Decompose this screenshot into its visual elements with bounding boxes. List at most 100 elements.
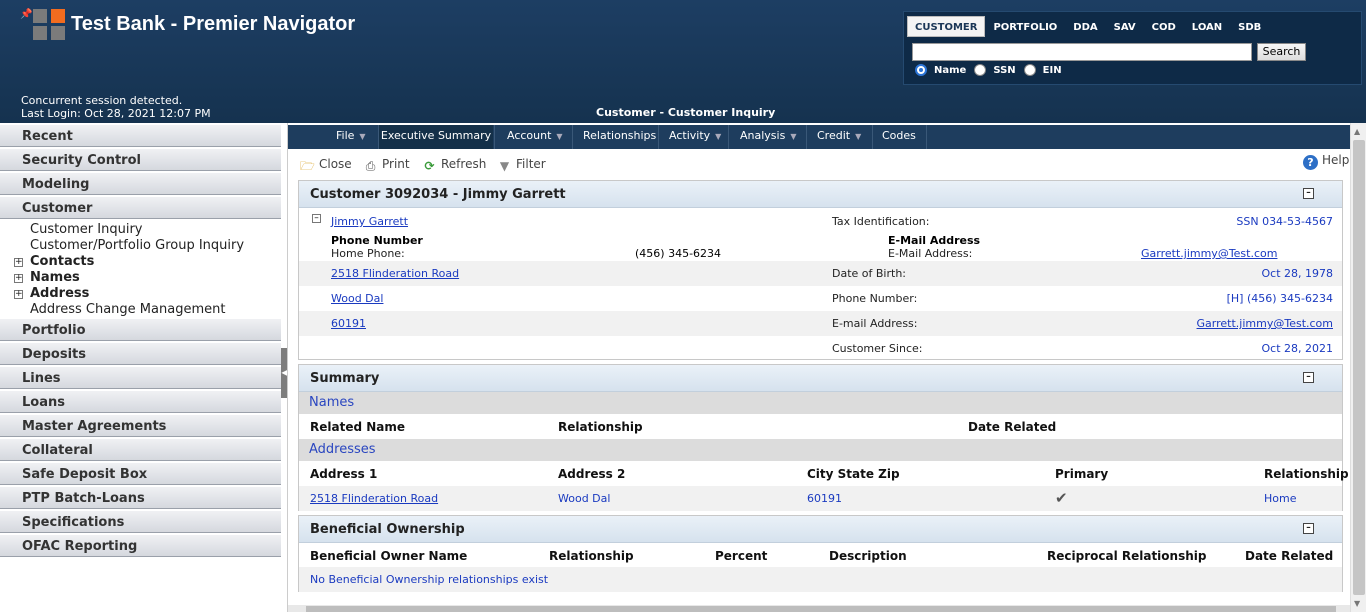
refresh-button[interactable]: ⟳ Refresh: [422, 157, 486, 173]
checkmark-icon: ✔: [1055, 489, 1068, 507]
search-tab-loan[interactable]: LOAN: [1184, 16, 1230, 37]
radio-name-label: Name: [934, 64, 967, 76]
sidebar-section-modeling[interactable]: Modeling: [0, 173, 281, 195]
sidebar: Recent Security Control Modeling Custome…: [0, 125, 281, 612]
sidebar-section-safe-deposit-box[interactable]: Safe Deposit Box: [0, 463, 281, 485]
summary-panel: Summary – Names Related Name Relationshi…: [298, 364, 1349, 511]
printer-icon: ⎙: [365, 159, 376, 173]
address-row-address1-link[interactable]: 2518 Flinderation Road: [310, 492, 438, 505]
print-button[interactable]: ⎙ Print: [363, 157, 410, 173]
sidebar-group-contacts[interactable]: + Contacts: [0, 254, 281, 270]
nav-account[interactable]: Account ▼: [495, 125, 569, 149]
sidebar-section-portfolio[interactable]: Portfolio: [0, 319, 281, 341]
expand-icon[interactable]: +: [14, 258, 23, 267]
search-tab-sdb[interactable]: SDB: [1230, 16, 1269, 37]
customer-since-value: Oct 28, 2021: [1261, 342, 1334, 355]
radio-ein[interactable]: [1023, 64, 1036, 76]
sidebar-section-ptp-batch-loans[interactable]: PTP Batch-Loans: [0, 487, 281, 509]
scroll-up-icon[interactable]: ▲: [1354, 127, 1360, 136]
caret-down-icon: ▼: [855, 132, 862, 141]
search-tab-dda[interactable]: DDA: [1065, 16, 1105, 37]
beneficial-title: Beneficial Ownership: [310, 522, 465, 537]
nav-file[interactable]: File ▼: [324, 125, 376, 149]
sidebar-section-collateral[interactable]: Collateral: [0, 439, 281, 461]
customer-row-zip: 60191 E-mail Address: Garrett.jimmy@Test…: [299, 311, 1342, 336]
sidebar-section-customer[interactable]: Customer: [0, 197, 281, 219]
collapse-panel-icon[interactable]: –: [1303, 188, 1314, 199]
address-line1-link[interactable]: 2518 Flinderation Road: [331, 267, 459, 280]
filter-button[interactable]: ▼ Filter: [497, 157, 546, 173]
column-header: City State Zip: [807, 467, 900, 481]
search-button[interactable]: Search: [1257, 43, 1306, 61]
sidebar-section-specifications[interactable]: Specifications: [0, 511, 281, 533]
last-login: Last Login: Oct 28, 2021 12:07 PM: [21, 107, 211, 120]
expand-icon[interactable]: +: [14, 274, 23, 283]
sidebar-section-ofac-reporting[interactable]: OFAC Reporting: [0, 535, 281, 557]
city-link[interactable]: Wood Dal: [331, 292, 383, 305]
email2-link[interactable]: Garrett.jimmy@Test.com: [1197, 317, 1333, 330]
nav-activity[interactable]: Activity ▼: [659, 125, 726, 149]
address-row-relationship: Home: [1264, 492, 1297, 505]
sidebar-group-names[interactable]: + Names: [0, 270, 281, 286]
sidebar-group-label: Names: [30, 270, 80, 285]
refresh-label: Refresh: [441, 157, 487, 171]
search-tab-portfolio[interactable]: PORTFOLIO: [985, 16, 1065, 37]
search-input[interactable]: [912, 43, 1252, 61]
column-header: Date Related: [1245, 549, 1334, 563]
search-type-radios: Name SSN EIN: [915, 64, 1062, 76]
nav-executive-summary[interactable]: Executive Summary: [379, 125, 493, 149]
help-button[interactable]: ? Help: [1303, 153, 1349, 170]
beneficial-ownership-panel: Beneficial Ownership – Beneficial Owner …: [298, 515, 1343, 592]
column-header: Relationship: [1264, 467, 1349, 481]
column-header: Beneficial Owner Name: [310, 549, 468, 563]
sidebar-item-customer-inquiry[interactable]: Customer Inquiry: [0, 222, 281, 238]
sidebar-section-master-agreements[interactable]: Master Agreements: [0, 415, 281, 437]
sidebar-section-deposits[interactable]: Deposits: [0, 343, 281, 365]
sidebar-item-customer-portfolio-group-inquiry[interactable]: Customer/Portfolio Group Inquiry: [0, 238, 281, 254]
column-header: Address 1: [310, 467, 378, 481]
nav-credit[interactable]: Credit ▼: [807, 125, 870, 149]
scrollbar-thumb[interactable]: [1353, 140, 1365, 595]
refresh-icon: ⟳: [424, 159, 435, 173]
collapse-icon[interactable]: –: [312, 214, 321, 223]
addresses-section-title: Addresses: [309, 442, 376, 457]
sidebar-section-loans[interactable]: Loans: [0, 391, 281, 413]
hscrollbar-thumb[interactable]: [306, 606, 1336, 612]
dob-value: Oct 28, 1978: [1261, 267, 1334, 280]
customer-row-since: Customer Since: Oct 28, 2021: [299, 336, 1342, 361]
customer-row-name: – Jimmy Garrett Phone Number Home Phone:…: [299, 209, 1342, 262]
sidebar-section-lines[interactable]: Lines: [0, 367, 281, 389]
close-button[interactable]: 🗁 Close: [300, 157, 352, 173]
filter-icon: ▼: [499, 159, 510, 173]
sidebar-group-address[interactable]: + Address: [0, 286, 281, 302]
zip-link[interactable]: 60191: [331, 317, 366, 330]
sidebar-item-address-change-management[interactable]: Address Change Management: [0, 302, 281, 318]
radio-ein-label: EIN: [1042, 64, 1062, 76]
search-tab-cod[interactable]: COD: [1144, 16, 1184, 37]
nav-relationships[interactable]: Relationships: [573, 125, 657, 149]
collapse-panel-icon[interactable]: –: [1303, 372, 1314, 383]
search-tab-sav[interactable]: SAV: [1106, 16, 1144, 37]
scroll-down-icon[interactable]: ▼: [1354, 599, 1360, 608]
collapse-panel-icon[interactable]: –: [1303, 523, 1314, 534]
address-row-address2: Wood Dal: [558, 492, 611, 505]
nav-label: Account: [507, 129, 552, 142]
sidebar-section-recent[interactable]: Recent: [0, 125, 281, 147]
nav-codes[interactable]: Codes: [873, 125, 923, 149]
column-header: Date Related: [968, 420, 1057, 434]
nav-analysis[interactable]: Analysis ▼: [729, 125, 805, 149]
email-link[interactable]: Garrett.jimmy@Test.com: [1141, 247, 1277, 260]
session-warning: Concurrent session detected.: [21, 94, 183, 107]
print-label: Print: [382, 157, 410, 171]
horizontal-scrollbar[interactable]: [288, 605, 1350, 612]
search-tab-customer[interactable]: CUSTOMER: [907, 16, 986, 37]
app-header: 📌 Test Bank - Premier Navigator Concurre…: [0, 0, 1366, 123]
radio-ssn[interactable]: [974, 64, 987, 76]
vertical-scrollbar[interactable]: ▲ ▼: [1350, 123, 1366, 612]
nav-label: Activity: [669, 129, 711, 142]
expand-icon[interactable]: +: [14, 290, 23, 299]
customer-name-link[interactable]: Jimmy Garrett: [331, 215, 408, 228]
pin-icon[interactable]: 📌: [20, 9, 32, 20]
radio-name[interactable]: [915, 64, 927, 76]
sidebar-section-security-control[interactable]: Security Control: [0, 149, 281, 171]
